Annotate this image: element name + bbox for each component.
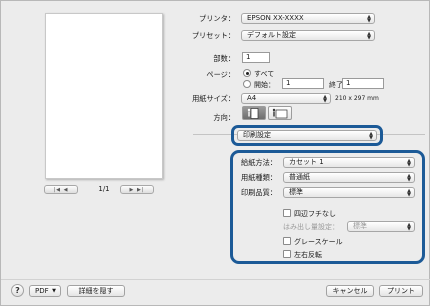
pages-from-label: 開始： bbox=[254, 81, 275, 89]
paper-size-label: 用紙サイズ： bbox=[192, 94, 235, 103]
prev-page-button[interactable]: |◀ ◀ bbox=[44, 185, 78, 194]
copies-label: 部数： bbox=[213, 54, 235, 63]
paper-source-value: カセット 1 bbox=[289, 158, 324, 166]
chevron-updown-icon: ▲ ▼ bbox=[407, 158, 411, 168]
pages-all-radio[interactable] bbox=[243, 69, 251, 77]
hide-details-button[interactable]: 詳細を隠す bbox=[67, 285, 125, 297]
media-type-select[interactable]: 普通紙 ▲ ▼ bbox=[283, 172, 415, 183]
borderless-checkbox[interactable] bbox=[283, 209, 291, 217]
mirror-checkbox[interactable] bbox=[283, 250, 291, 258]
chevron-updown-icon: ▲ ▼ bbox=[367, 14, 371, 24]
bottom-separator bbox=[1, 279, 430, 280]
pages-to-input[interactable]: 1 bbox=[342, 78, 384, 89]
paper-size-value: A4 bbox=[247, 94, 257, 102]
printer-select[interactable]: EPSON XX-XXXX ▲ ▼ bbox=[241, 13, 375, 24]
first-page-icon: |◀ bbox=[53, 186, 62, 193]
pages-range-radio[interactable] bbox=[243, 80, 251, 88]
preview-pager: |◀ ◀ 1/1 ▶ ▶| bbox=[44, 185, 164, 195]
chevron-down-icon: ▼ bbox=[52, 288, 56, 294]
preset-value: デフォルト設定 bbox=[247, 31, 296, 39]
chevron-updown-icon: ▲ ▼ bbox=[367, 31, 371, 41]
paper-source-label: 給紙方法： bbox=[241, 158, 277, 167]
chevron-updown-icon: ▲ ▼ bbox=[369, 131, 373, 141]
media-type-label: 用紙種類： bbox=[241, 173, 277, 182]
quality-value: 標準 bbox=[289, 188, 303, 196]
pages-label: ページ： bbox=[206, 70, 235, 79]
preset-select[interactable]: デフォルト設定 ▲ ▼ bbox=[241, 30, 375, 41]
chevron-updown-icon: ▲ ▼ bbox=[407, 188, 411, 198]
page-preview bbox=[45, 13, 163, 179]
media-type-value: 普通紙 bbox=[289, 173, 310, 181]
chevron-updown-icon: ▲ ▼ bbox=[407, 173, 411, 183]
orientation-label: 方向： bbox=[213, 113, 235, 122]
pages-all-label: すべて bbox=[254, 70, 275, 78]
expansion-select[interactable]: 標準 ▲ ▼ bbox=[347, 221, 415, 232]
quality-label: 印刷品質： bbox=[241, 188, 277, 197]
copies-input[interactable]: 1 bbox=[242, 52, 270, 63]
paper-source-select[interactable]: カセット 1 ▲ ▼ bbox=[283, 157, 415, 168]
panel-value: 印刷設定 bbox=[243, 131, 271, 139]
quality-select[interactable]: 標準 ▲ ▼ bbox=[283, 187, 415, 198]
landscape-button[interactable] bbox=[268, 106, 292, 120]
next-page-icon: ▶ bbox=[129, 186, 135, 193]
mirror-label: 左右反転 bbox=[294, 251, 322, 259]
portrait-button[interactable] bbox=[242, 106, 266, 120]
grayscale-checkbox[interactable] bbox=[283, 237, 291, 245]
prev-page-icon: ◀ bbox=[63, 186, 69, 193]
print-dialog: |◀ ◀ 1/1 ▶ ▶| プリンタ： EPSON XX-XXXX ▲ ▼ プリセ… bbox=[0, 0, 430, 306]
pdf-label: PDF bbox=[35, 287, 49, 295]
grayscale-label: グレースケール bbox=[294, 238, 343, 246]
page-count: 1/1 bbox=[98, 185, 110, 193]
paper-size-select[interactable]: A4 ▲ ▼ bbox=[241, 93, 331, 104]
paper-dimensions: 210 x 297 mm bbox=[335, 95, 379, 102]
help-button[interactable]: ? bbox=[11, 284, 24, 297]
portrait-icon bbox=[247, 107, 259, 119]
chevron-updown-icon: ▲ ▼ bbox=[407, 222, 411, 232]
last-page-icon: ▶| bbox=[136, 186, 145, 193]
borderless-label: 四辺フチなし bbox=[294, 210, 336, 218]
preset-label: プリセット： bbox=[191, 31, 235, 40]
expansion-label: はみ出し量設定： bbox=[283, 223, 339, 231]
help-icon: ? bbox=[15, 286, 20, 295]
landscape-icon bbox=[272, 108, 288, 118]
printer-label: プリンタ： bbox=[199, 14, 235, 23]
expansion-value: 標準 bbox=[353, 222, 367, 230]
pdf-menu-button[interactable]: PDF ▼ bbox=[29, 285, 61, 297]
print-button[interactable]: プリント bbox=[379, 285, 423, 297]
chevron-updown-icon: ▲ ▼ bbox=[323, 94, 327, 104]
cancel-button[interactable]: キャンセル bbox=[326, 285, 374, 297]
panel-select[interactable]: 印刷設定 ▲ ▼ bbox=[237, 130, 377, 141]
pages-from-input[interactable]: 1 bbox=[282, 78, 324, 89]
next-page-button[interactable]: ▶ ▶| bbox=[120, 185, 154, 194]
printer-value: EPSON XX-XXXX bbox=[247, 14, 304, 22]
